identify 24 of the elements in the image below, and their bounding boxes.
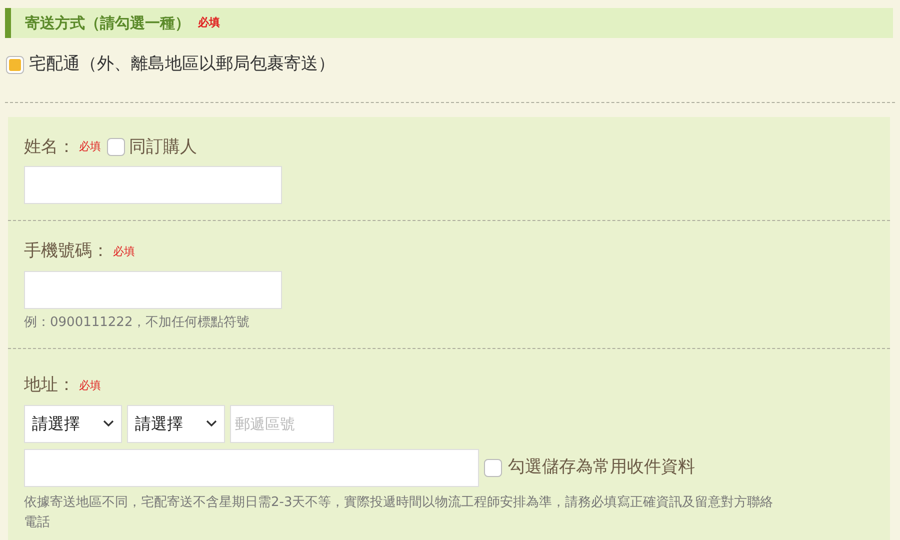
required-note: 必填 bbox=[79, 139, 101, 155]
save-address-checkbox[interactable] bbox=[484, 458, 502, 476]
hint-text: 依據寄送地區不同，宅配寄送不含星期日需2-3天不等，實際投遞時間以物流工程師安排為準，請務必填寫正確資訊及留意對方聯絡電話 bbox=[24, 494, 774, 532]
section-title: 寄送方式（請勾選一種） bbox=[25, 12, 190, 34]
shipping-option-label: 宅配通（外、離島地區以郵局包裹寄送） bbox=[29, 53, 335, 76]
select-dropdown[interactable]: 請選擇 bbox=[24, 404, 122, 442]
checkbox-label: 勾選儲存為常用收件資料 bbox=[508, 456, 695, 479]
chevron-down-icon bbox=[206, 420, 217, 427]
checkbox-label: 同訂購人 bbox=[129, 136, 197, 158]
zip-code-field[interactable]: 郵遞區號 bbox=[230, 404, 334, 442]
chevron-down-icon bbox=[103, 420, 114, 427]
required-note: 必填 bbox=[198, 14, 220, 31]
hint-text: 例：0900111222，不加任何標點符號 bbox=[24, 314, 251, 332]
address-field[interactable] bbox=[24, 448, 479, 486]
required-note: 必填 bbox=[79, 378, 101, 394]
field-label: 姓名： bbox=[24, 136, 75, 158]
select-dropdown[interactable]: 請選擇 bbox=[127, 404, 225, 442]
required-note: 必填 bbox=[113, 244, 135, 260]
text-field[interactable] bbox=[24, 166, 282, 204]
field-label: 手機號碼： bbox=[24, 240, 109, 263]
text-field[interactable] bbox=[24, 270, 282, 308]
shipping-option-checkbox[interactable] bbox=[6, 56, 24, 74]
field-label: 地址： bbox=[24, 374, 75, 397]
same-as-buyer-checkbox[interactable] bbox=[107, 138, 125, 156]
